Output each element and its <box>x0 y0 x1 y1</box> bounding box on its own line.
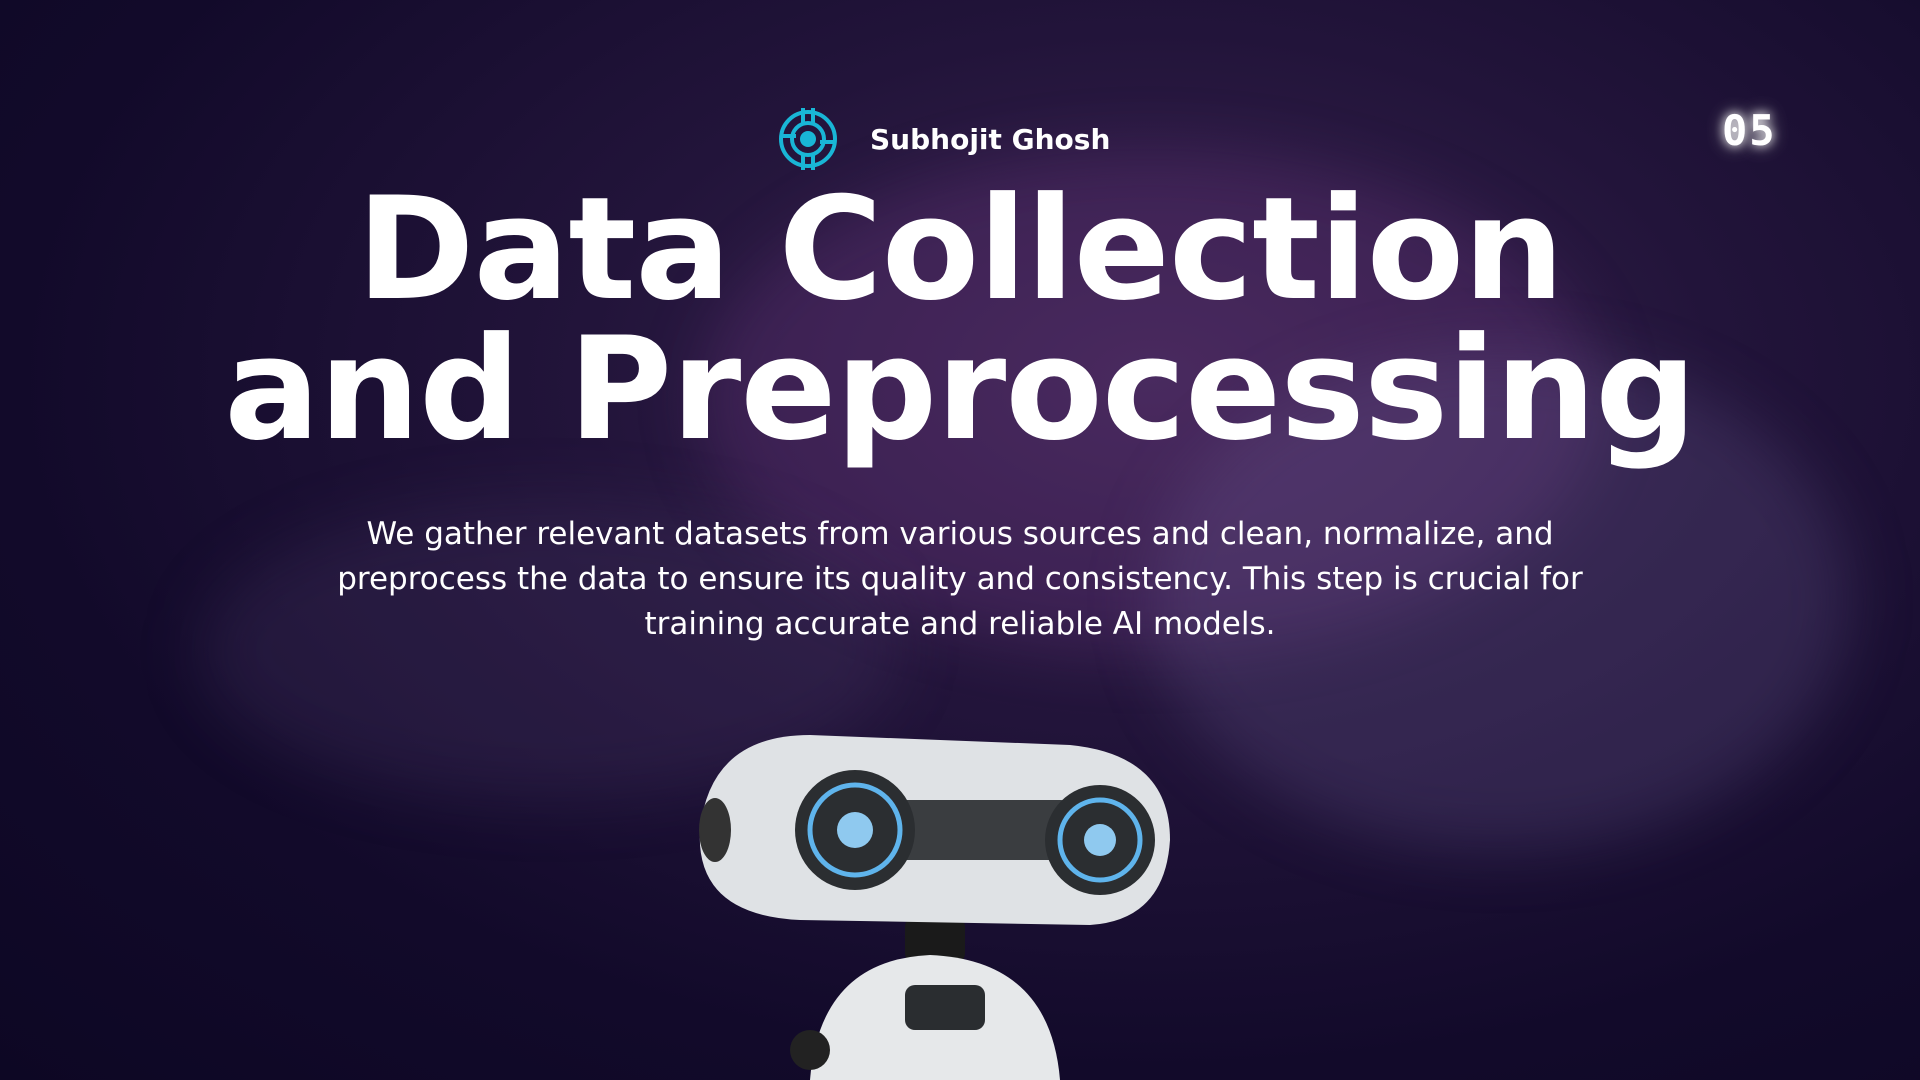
title-line-2: and Preprocessing <box>224 307 1697 472</box>
logo-icon <box>779 108 837 170</box>
page-number: 05 <box>1722 106 1777 155</box>
title-line-1: Data Collection <box>356 167 1565 332</box>
brand: Subhojit Ghosh <box>778 106 1110 172</box>
author-name: Subhojit Ghosh <box>870 122 1111 156</box>
description: We gather relevant datasets from various… <box>337 516 1583 642</box>
page-title: Data Collection and Preprocessing <box>0 167 1920 472</box>
robot-icon <box>699 735 1170 1080</box>
